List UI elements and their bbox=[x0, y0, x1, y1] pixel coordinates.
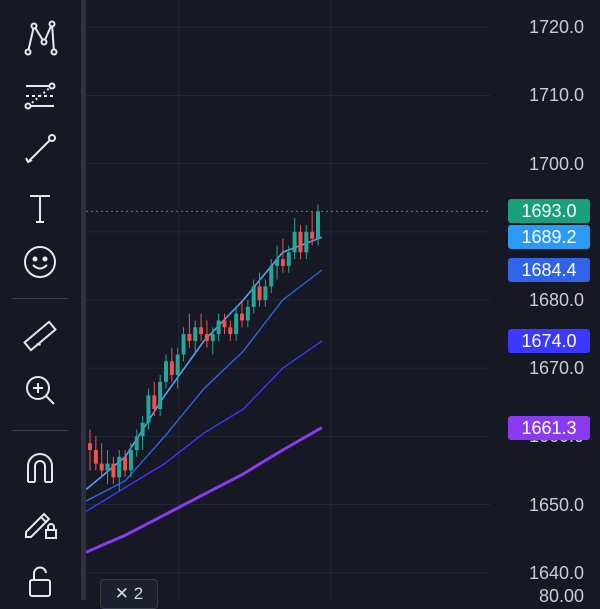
candle-body bbox=[175, 354, 180, 375]
zoom-in-icon[interactable] bbox=[12, 366, 68, 414]
chart-area[interactable]: 1720.01710.01700.01690.01680.01670.01660… bbox=[86, 0, 600, 606]
candle-body bbox=[169, 361, 174, 375]
toolbar-divider bbox=[12, 430, 68, 431]
candle-body bbox=[222, 320, 227, 328]
candle-body bbox=[99, 463, 104, 471]
candle-body bbox=[240, 313, 244, 321]
candle-body bbox=[257, 286, 262, 300]
candle-body bbox=[199, 327, 204, 335]
indicator-legend-toggle[interactable]: ✕ 2 bbox=[100, 579, 158, 609]
magnet-icon[interactable] bbox=[12, 444, 68, 492]
candle-body bbox=[146, 395, 151, 423]
moving-average-line-2 bbox=[86, 269, 323, 502]
lock-drawing-icon[interactable] bbox=[12, 498, 68, 546]
text-tool-icon[interactable] bbox=[12, 184, 68, 232]
toolbar-divider bbox=[12, 298, 68, 299]
candle-body bbox=[275, 259, 280, 266]
price-badge: 1661.3 bbox=[508, 415, 590, 440]
price-axis-tick: 1710.0 bbox=[528, 85, 584, 106]
drawing-toolbar bbox=[0, 0, 80, 600]
emoji-icon[interactable] bbox=[12, 238, 68, 286]
price-axis-tick: 1720.0 bbox=[528, 17, 584, 38]
price-badge: 1693.0 bbox=[508, 199, 590, 224]
price-axis-tick: 1680.0 bbox=[528, 290, 584, 310]
candle-body bbox=[234, 313, 239, 335]
unlock-icon[interactable] bbox=[12, 556, 68, 604]
candle-body bbox=[210, 334, 215, 341]
ruler-icon[interactable] bbox=[12, 312, 68, 360]
price-badge: 1689.2 bbox=[508, 225, 590, 250]
candle-body bbox=[88, 443, 92, 450]
candle-body bbox=[93, 450, 98, 464]
pattern-tool-icon[interactable] bbox=[12, 14, 68, 62]
candle-body bbox=[228, 327, 233, 335]
candle-body bbox=[117, 456, 122, 478]
candle-body bbox=[310, 231, 315, 239]
indicator-axis-value: 80.00 bbox=[538, 586, 584, 606]
candle-body bbox=[316, 211, 320, 239]
moving-average-line-3 bbox=[86, 340, 323, 512]
candle-body bbox=[251, 286, 256, 307]
candle-body bbox=[263, 286, 268, 300]
price-badge: 1684.4 bbox=[508, 258, 590, 282]
candle-body bbox=[292, 231, 297, 253]
candle-body bbox=[280, 259, 285, 266]
candle-body bbox=[193, 327, 198, 341]
fib-retracement-icon[interactable] bbox=[12, 72, 68, 120]
candle-body bbox=[181, 334, 186, 355]
trend-line-icon[interactable] bbox=[12, 126, 68, 174]
candle-body bbox=[298, 231, 303, 253]
candle-body bbox=[134, 436, 139, 450]
price-axis-tick: 1640.0 bbox=[528, 562, 584, 583]
candle-body bbox=[111, 463, 116, 478]
candle-body bbox=[164, 361, 168, 382]
price-axis-tick: 1700.0 bbox=[528, 153, 584, 174]
candle-body bbox=[187, 334, 192, 341]
candle-body bbox=[140, 422, 145, 437]
candle-body bbox=[245, 306, 250, 321]
candle-body bbox=[286, 252, 291, 266]
price-badge: 1674.0 bbox=[508, 328, 590, 353]
price-axis-tick: 1650.0 bbox=[528, 494, 584, 515]
candle-body bbox=[158, 381, 163, 410]
candle-body bbox=[128, 450, 133, 471]
candle-body bbox=[269, 265, 274, 287]
candle-body bbox=[105, 463, 110, 471]
candle-body bbox=[152, 395, 157, 410]
candle-body bbox=[204, 334, 209, 341]
moving-average-line-1 bbox=[86, 236, 323, 491]
candle-body bbox=[123, 456, 128, 471]
price-axis-tick: 1670.0 bbox=[528, 358, 584, 379]
candle-body bbox=[304, 231, 309, 253]
candle-body bbox=[216, 320, 221, 335]
